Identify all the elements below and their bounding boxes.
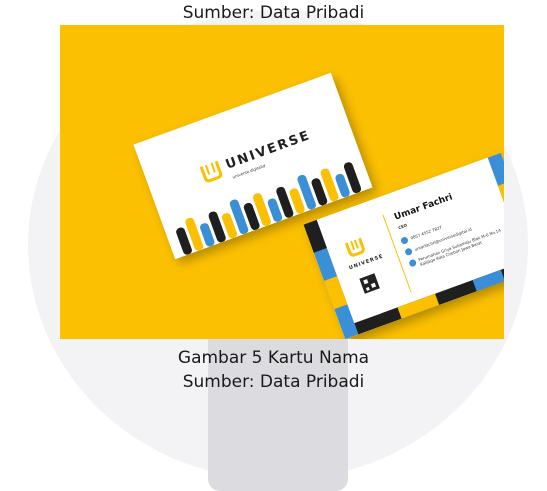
figure-source: Sumber: Data Pribadi	[182, 372, 365, 392]
business-card-photo: UNIVERSE universe.digitalid UNIVERSE Uma…	[60, 25, 504, 339]
universe-logo-icon	[199, 160, 223, 183]
front-logo-word: UNIVERSE	[223, 127, 313, 173]
figure-caption: Gambar 5 Kartu Nama	[177, 348, 370, 368]
top-caption: Sumber: Data Pribadi	[182, 3, 365, 23]
